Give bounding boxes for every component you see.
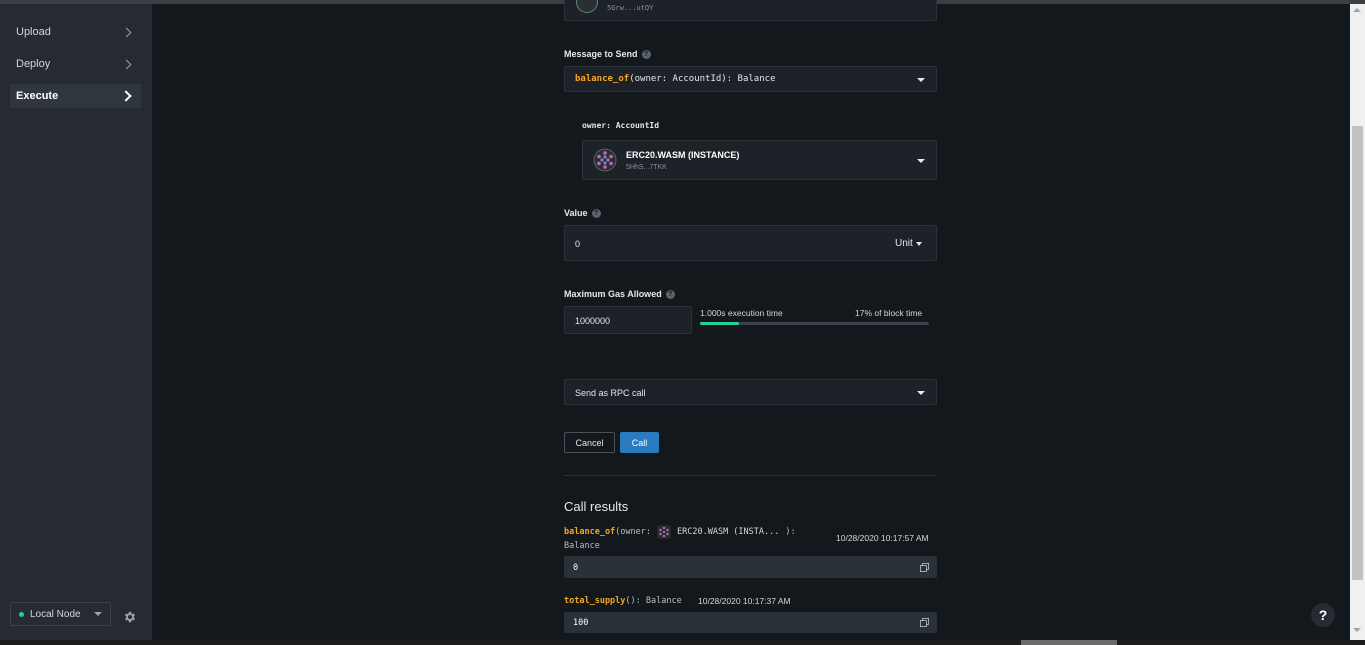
call-button[interactable]: Call	[620, 432, 659, 453]
result-1-output: 0	[564, 556, 937, 578]
caller-account-select[interactable]: 5Grw...utQY	[564, 0, 937, 21]
gas-label: Maximum Gas Allowed?	[564, 289, 675, 299]
help-icon[interactable]: ?	[665, 289, 675, 299]
caret-down-icon	[917, 78, 925, 82]
result-1-value: 0	[573, 563, 579, 573]
caret-down-icon	[94, 612, 102, 616]
result-2-value: 100	[573, 618, 589, 628]
gas-progress-fill	[700, 322, 739, 325]
result-2-signature: total_supply(): Balance	[564, 596, 682, 606]
sidebar-item-label: Deploy	[16, 58, 51, 70]
caller-identicon	[576, 0, 598, 13]
result-2-output: 100	[564, 612, 937, 633]
message-signature: balance_of(owner: AccountId): Balance	[575, 74, 776, 84]
results-title: Call results	[564, 499, 629, 514]
node-status-dot	[19, 611, 24, 617]
caret-down-icon	[917, 391, 925, 395]
owner-arg-label: owner: AccountId	[582, 121, 660, 130]
result-2-timestamp: 10/28/2020 10:17:37 AM	[698, 596, 791, 606]
gas-input-text: 1000000	[575, 316, 611, 326]
caller-address: 5Grw...utQY	[607, 4, 654, 12]
send-mode-label: Send as RPC call	[575, 388, 646, 398]
value-input-text: 0	[575, 239, 581, 249]
sidebar-item-deploy[interactable]: Deploy	[10, 52, 141, 76]
help-icon[interactable]: ?	[591, 208, 601, 218]
node-selector[interactable]: Local Node	[10, 602, 111, 626]
owner-account-name: ERC20.WASM (INSTANCE)	[626, 150, 740, 160]
scroll-up-icon[interactable]	[1353, 8, 1361, 12]
gas-execution-time: 1.000s execution time	[700, 308, 783, 318]
scrollbar-thumb[interactable]	[1352, 126, 1363, 580]
copy-icon[interactable]	[920, 618, 929, 627]
value-input[interactable]: 0 Unit	[564, 225, 937, 261]
unit-select[interactable]: Unit	[895, 238, 922, 249]
copy-icon[interactable]	[920, 563, 929, 572]
horizontal-scrollbar[interactable]	[0, 640, 1365, 645]
sidebar: Upload Deploy Execute	[0, 4, 152, 640]
message-label: Message to Send?	[564, 49, 651, 59]
chevron-right-icon	[121, 27, 132, 37]
sidebar-item-execute[interactable]: Execute	[10, 84, 141, 108]
help-button[interactable]: ?	[1311, 603, 1335, 627]
sidebar-item-label: Upload	[16, 26, 51, 38]
gas-input[interactable]: 1000000	[564, 306, 692, 334]
gas-progress-track	[700, 322, 929, 325]
help-icon[interactable]: ?	[641, 49, 651, 59]
node-label: Local Node	[30, 608, 81, 620]
gear-icon[interactable]	[123, 610, 137, 624]
send-mode-select[interactable]: Send as RPC call	[564, 379, 937, 405]
owner-account-select[interactable]: ERC20.WASM (INSTANCE) 5HhS...7TKK	[582, 140, 937, 180]
value-label: Value?	[564, 208, 601, 218]
divider	[564, 475, 937, 476]
chevron-right-icon	[120, 90, 132, 102]
result-1-signature: balance_of (owner: ERC20.WASM (INSTA...):	[564, 525, 796, 539]
horizontal-scrollbar-thumb[interactable]	[1021, 640, 1117, 645]
cancel-button[interactable]: Cancel	[564, 432, 615, 453]
scroll-down-icon[interactable]	[1353, 628, 1361, 632]
unit-label: Unit	[895, 238, 913, 249]
caret-down-icon	[917, 159, 925, 163]
identicon-icon	[593, 148, 617, 172]
owner-account-address: 5HhS...7TKK	[626, 164, 667, 171]
result-1-timestamp: 10/28/2020 10:17:57 AM	[836, 533, 929, 543]
result-1-return-type: Balance	[564, 541, 600, 551]
sidebar-item-label: Execute	[16, 90, 59, 102]
chevron-right-icon	[121, 59, 132, 69]
gas-block-time: 17% of block time	[855, 308, 923, 318]
identicon-icon	[657, 525, 671, 539]
caret-down-icon	[915, 241, 922, 246]
sidebar-item-upload[interactable]: Upload	[10, 20, 141, 44]
message-select[interactable]: balance_of(owner: AccountId): Balance	[564, 66, 937, 92]
